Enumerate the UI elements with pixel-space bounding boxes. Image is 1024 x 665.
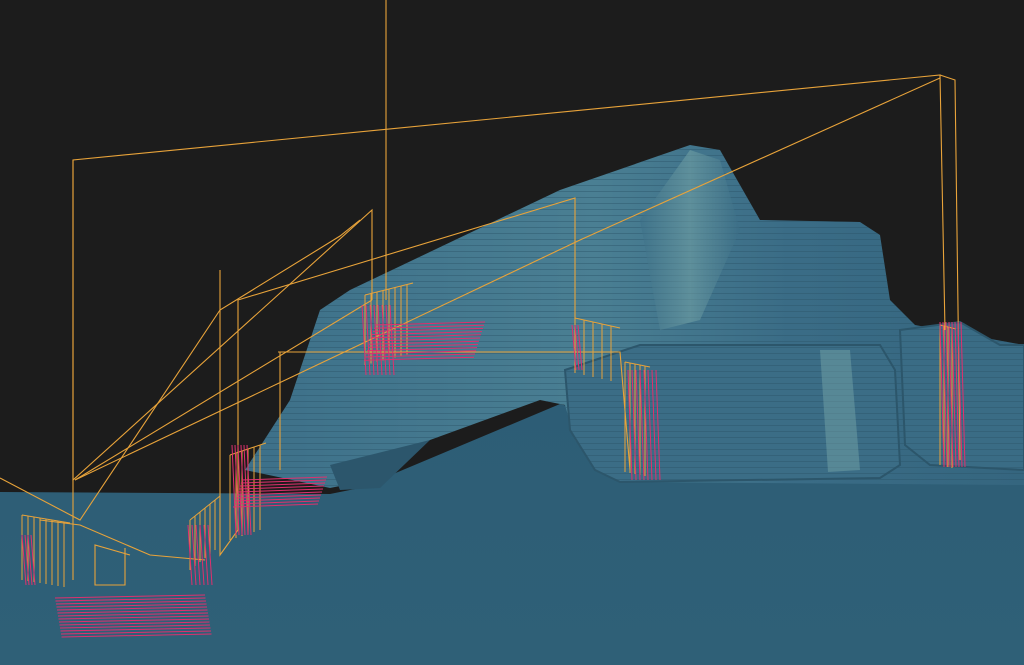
pass-block xyxy=(253,444,261,448)
cam-3d-viewport[interactable] xyxy=(0,0,1024,665)
scene-canvas[interactable] xyxy=(0,0,1024,665)
cut-pass xyxy=(238,485,325,490)
cut-pass xyxy=(239,482,326,487)
pass-block xyxy=(247,446,255,450)
cut-pass xyxy=(237,488,324,493)
